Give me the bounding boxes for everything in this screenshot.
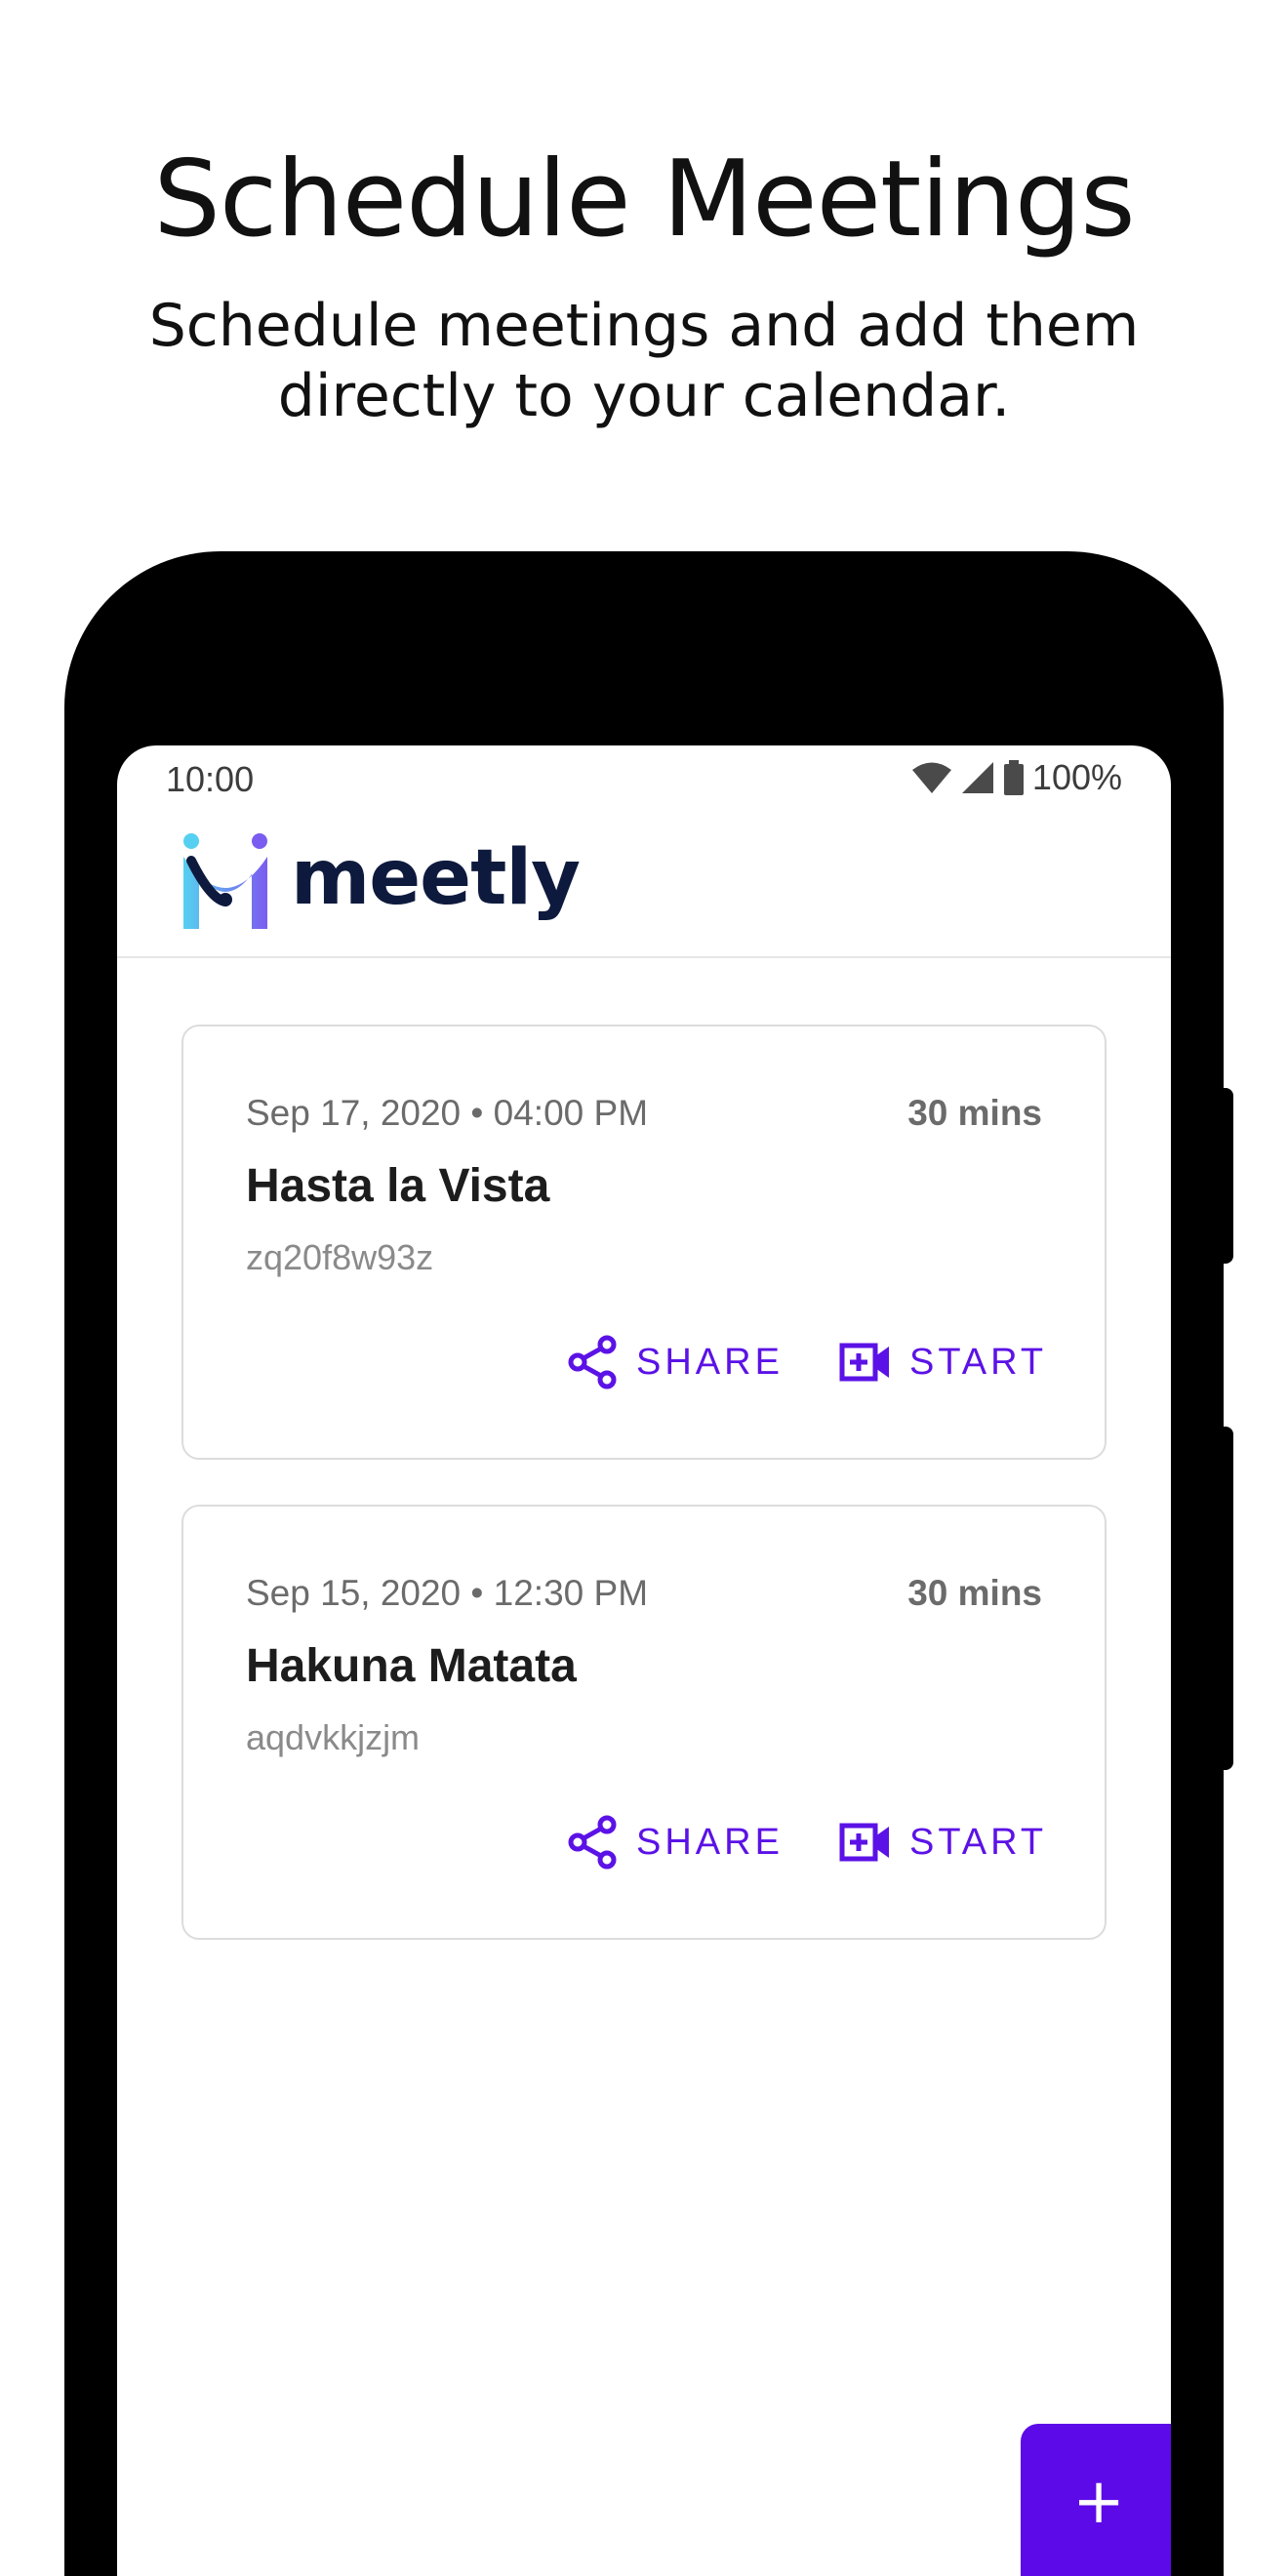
status-icons: 100% — [911, 757, 1122, 798]
share-button[interactable]: SHARE — [566, 1331, 784, 1393]
meeting-duration: 30 mins — [907, 1573, 1042, 1613]
battery-icon — [1003, 760, 1024, 795]
meeting-card[interactable]: Sep 17, 2020 • 04:00 PM 30 mins Hasta la… — [181, 1025, 1107, 1460]
share-icon — [568, 1815, 617, 1870]
share-label: SHARE — [636, 1821, 784, 1863]
app-bar: meetly — [117, 812, 1171, 958]
meeting-datetime: Sep 17, 2020 • 04:00 PM — [246, 1093, 649, 1133]
add-meeting-button[interactable]: + — [1021, 2424, 1171, 2576]
start-label: START — [909, 1821, 1048, 1863]
meeting-datetime: Sep 15, 2020 • 12:30 PM — [246, 1573, 649, 1613]
app-logo: meetly — [181, 831, 581, 933]
meeting-title: Hasta la Vista — [246, 1160, 550, 1212]
meeting-card[interactable]: Sep 15, 2020 • 12:30 PM 30 mins Hakuna M… — [181, 1505, 1107, 1940]
status-bar: 10:00 100% — [117, 745, 1171, 812]
phone-side-button-volume — [1222, 1427, 1233, 1770]
phone-screen: 10:00 100% meetly Sep 17, 2020 • 04:00 P… — [117, 745, 1171, 2576]
phone-side-button-power — [1222, 1088, 1233, 1264]
meeting-title: Hakuna Matata — [246, 1640, 577, 1692]
meetly-logo-icon — [183, 833, 267, 929]
start-button[interactable]: START — [839, 1331, 1047, 1393]
meeting-code: zq20f8w93z — [246, 1237, 434, 1277]
meeting-code: aqdvkkjzjm — [246, 1717, 421, 1757]
share-button[interactable]: SHARE — [566, 1811, 784, 1873]
meeting-duration: 30 mins — [907, 1093, 1042, 1133]
battery-percent: 100% — [1031, 757, 1122, 797]
start-label: START — [909, 1341, 1048, 1383]
start-button[interactable]: START — [839, 1811, 1047, 1873]
share-label: SHARE — [636, 1341, 784, 1383]
share-icon — [568, 1335, 617, 1389]
promo-title: Schedule Meetings — [153, 139, 1135, 261]
wifi-icon — [911, 762, 951, 793]
video-add-icon — [839, 1343, 889, 1382]
video-add-icon — [839, 1823, 889, 1862]
promo-subtitle: Schedule meetings and add them directly … — [148, 292, 1140, 430]
status-time: 10:00 — [166, 759, 255, 799]
signal-icon — [961, 762, 993, 793]
app-name: meetly — [291, 834, 581, 922]
